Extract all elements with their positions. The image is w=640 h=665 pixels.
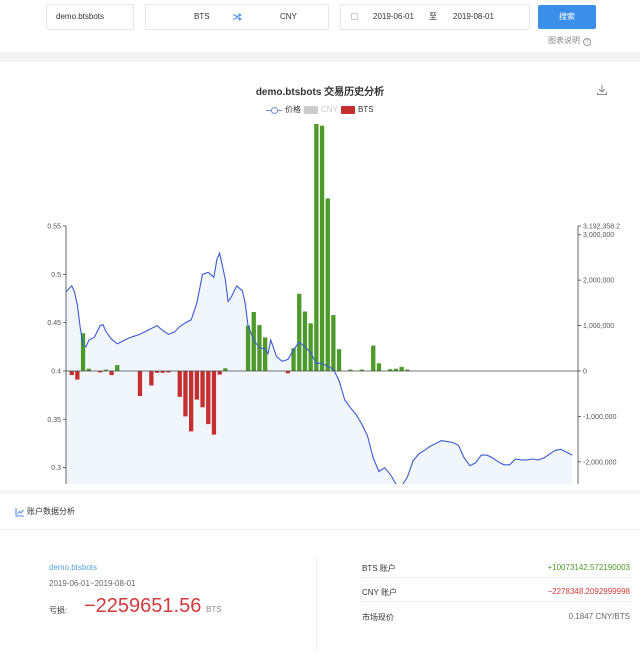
legend-bts-label: BTS bbox=[358, 105, 374, 114]
bts-bar-25 bbox=[263, 337, 268, 371]
cny-balance-row: CNY 账户 −2278348.2092999998 bbox=[362, 582, 630, 602]
bts-bar-22 bbox=[245, 325, 251, 371]
legend-bts[interactable]: BTS bbox=[341, 104, 374, 116]
legend-cny-label: CNY bbox=[321, 105, 338, 114]
cny-balance-label: CNY 账户 bbox=[362, 588, 397, 597]
bts-bar-14 bbox=[183, 371, 188, 417]
bts-bar-9 bbox=[149, 371, 154, 386]
y-right-tick-label-7: 3,000,000 bbox=[583, 232, 614, 239]
cny-balance-value: −2278348.2092999998 bbox=[547, 587, 630, 596]
bts-bar-28 bbox=[297, 293, 302, 371]
pair-selector[interactable]: BTS CNY bbox=[145, 4, 329, 30]
line-chart-icon bbox=[15, 508, 24, 517]
y-right-tick-label-4: 0 bbox=[583, 369, 587, 376]
y-right-tick-label-6: 2,000,000 bbox=[583, 278, 614, 285]
chart-help-label: 图表说明 bbox=[548, 36, 580, 45]
bts-bar-13 bbox=[177, 371, 182, 397]
bts-bar-17 bbox=[200, 371, 205, 408]
bts-bar-29 bbox=[302, 311, 308, 371]
y-left-tick-label-5: 0.5 bbox=[51, 272, 61, 279]
legend-cny[interactable]: CNY bbox=[304, 104, 338, 116]
market-price-label: 市场现价 bbox=[362, 613, 394, 622]
chart-help-link[interactable]: 图表说明? bbox=[548, 35, 591, 46]
y-right-tick-label-3: -1,000,000 bbox=[583, 414, 617, 421]
bts-bar-0 bbox=[69, 371, 74, 376]
y-right-tick-label-2: -2,000,000 bbox=[583, 459, 617, 466]
bts-bar-38 bbox=[371, 345, 376, 371]
shuffle-icon[interactable] bbox=[232, 12, 242, 22]
search-bar: demo.btsbots BTS CNY 2019-06-01 至 2019-0… bbox=[0, 0, 640, 52]
bts-bar-32 bbox=[319, 125, 325, 371]
bts-bar-42 bbox=[399, 366, 404, 371]
bts-bar-6 bbox=[109, 371, 114, 376]
chart-title: demo.btsbots 交易历史分析 bbox=[255, 87, 385, 98]
date-range-picker[interactable]: 2019-06-01 至 2019-08-01 bbox=[340, 4, 530, 30]
bts-bar-2 bbox=[80, 333, 86, 371]
market-price-row: 市场现价 0.1847 CNY/BTS bbox=[362, 607, 630, 627]
bts-bar-7 bbox=[115, 365, 120, 371]
divider bbox=[316, 558, 317, 650]
download-icon[interactable] bbox=[596, 84, 608, 96]
date-separator: 至 bbox=[429, 12, 437, 21]
legend-cny-swatch bbox=[304, 105, 318, 114]
legend-price-label: 价格 bbox=[285, 105, 301, 114]
profit-loss-value: −2259651.56 bbox=[84, 595, 202, 617]
analysis-title: 账户数据分析 bbox=[27, 507, 75, 516]
bts-bar-16 bbox=[194, 371, 199, 400]
bts-bar-21 bbox=[223, 368, 228, 371]
bts-bar-34 bbox=[331, 315, 336, 371]
account-analysis-panel: 账户数据分析 demo.btsbots 2019-06-01~2019-08-0… bbox=[0, 494, 640, 665]
calendar-icon bbox=[351, 13, 358, 20]
y-right-tick-label-8: 3,192,358.2 bbox=[583, 224, 620, 231]
y-left-tick-label-3: 0.4 bbox=[51, 369, 61, 376]
analysis-header: 账户数据分析 bbox=[0, 494, 640, 530]
y-left-tick-label-4: 0.45 bbox=[47, 320, 61, 327]
account-name-link[interactable]: demo.btsbots bbox=[49, 563, 97, 572]
end-date[interactable]: 2019-08-01 bbox=[453, 5, 494, 29]
quote-asset: CNY bbox=[280, 12, 297, 21]
bts-bar-1 bbox=[75, 371, 80, 380]
legend-price[interactable]: 价格 bbox=[266, 104, 301, 116]
bts-balance-row: BTS 账户 +10073142.572190003 bbox=[362, 558, 630, 578]
bts-bar-19 bbox=[211, 371, 217, 435]
bts-balance-value: +10073142.572190003 bbox=[547, 563, 630, 572]
y-left-tick-label-1: 0.3 bbox=[51, 465, 61, 472]
bts-bar-35 bbox=[336, 349, 342, 371]
start-date[interactable]: 2019-06-01 bbox=[373, 5, 414, 29]
bts-bar-20 bbox=[217, 371, 222, 375]
trade-history-chart: 0.250.30.350.40.450.50.55-3,192,358.2-3,… bbox=[47, 124, 620, 484]
bts-bar-39 bbox=[376, 363, 382, 371]
chart-panel: demo.btsbots 交易历史分析 价格 CNY BTS 0.250.30.… bbox=[0, 62, 640, 490]
price-area bbox=[66, 253, 573, 484]
account-input[interactable]: demo.btsbots bbox=[46, 4, 134, 30]
bts-bar-15 bbox=[189, 371, 194, 432]
profit-loss-unit: BTS bbox=[206, 605, 222, 614]
bts-balance-label: BTS 账户 bbox=[362, 564, 396, 573]
bts-bar-8 bbox=[137, 371, 143, 396]
base-asset: BTS bbox=[194, 12, 210, 21]
y-left-tick-label-2: 0.35 bbox=[47, 417, 61, 424]
legend-line-swatch bbox=[266, 106, 282, 114]
market-price-value: 0.1847 CNY/BTS bbox=[568, 612, 630, 621]
chart-legend: 价格 CNY BTS bbox=[0, 104, 640, 116]
search-button[interactable]: 搜索 bbox=[538, 5, 596, 29]
date-range: 2019-06-01~2019-08-01 bbox=[49, 579, 136, 588]
y-right-tick-label-5: 1,000,000 bbox=[583, 323, 614, 330]
legend-bts-swatch bbox=[341, 105, 355, 114]
profit-loss-label: 亏损: bbox=[49, 606, 68, 615]
bts-bar-31 bbox=[314, 124, 319, 371]
bts-bar-30 bbox=[308, 323, 313, 371]
help-icon: ? bbox=[583, 38, 591, 46]
bts-bar-33 bbox=[325, 198, 330, 371]
y-left-tick-label-6: 0.55 bbox=[47, 224, 61, 231]
bts-bar-18 bbox=[206, 371, 211, 425]
